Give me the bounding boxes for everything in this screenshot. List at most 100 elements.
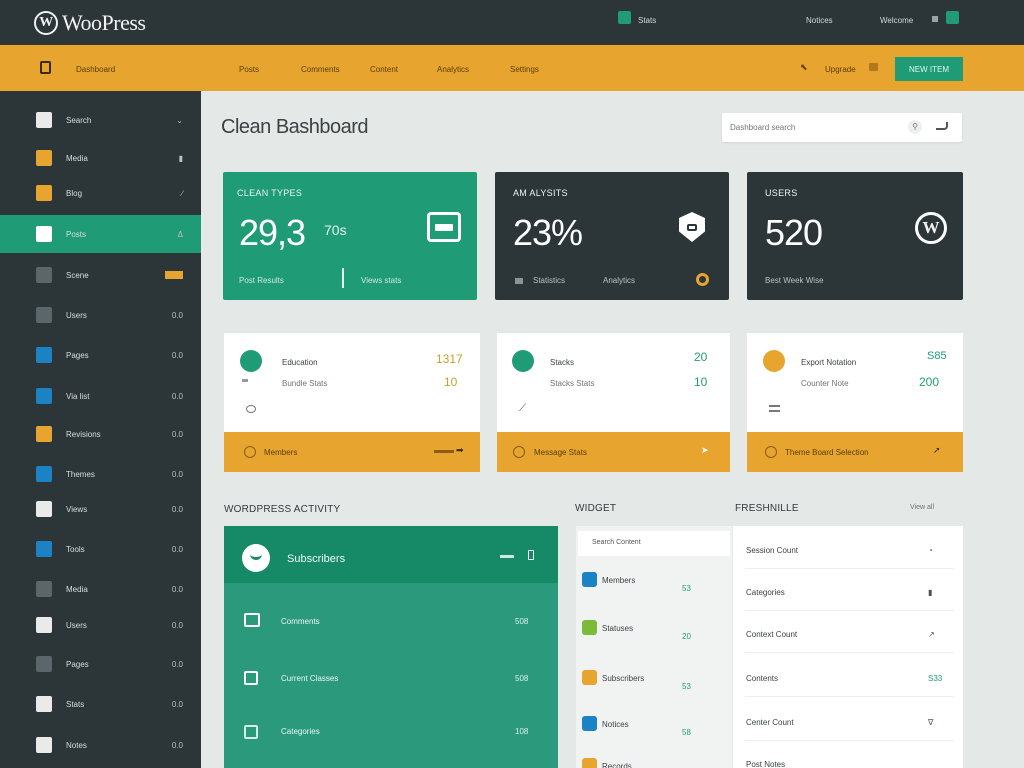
card-value-1: 1317: [436, 352, 463, 366]
refresh-icon[interactable]: [696, 273, 709, 286]
sidebar-item-meta: 0.0: [171, 659, 183, 669]
sidebar-item[interactable]: Notes 0.0: [0, 726, 201, 764]
sidebar-item-label: Media: [66, 584, 88, 594]
new-item-button[interactable]: NEW ITEM: [895, 57, 963, 81]
activity-row-label[interactable]: Comments: [281, 617, 320, 626]
sidebar-item[interactable]: Search ⌄: [0, 101, 201, 139]
sidebar-item-icon: [36, 267, 52, 283]
arrow-icon[interactable]: ➤: [701, 445, 709, 456]
card-title: Stacks: [550, 358, 575, 367]
sidebar-item[interactable]: Media ▮: [0, 139, 201, 177]
stat-card-analytics[interactable]: AM ALYSITS 23% Statistics Analytics: [495, 172, 729, 300]
stat-card-types[interactable]: CLEAN TYPES 29,3 70s Post Results Views …: [223, 172, 477, 300]
pin-icon[interactable]: ⬉: [800, 62, 808, 73]
topbar-item-stats[interactable]: Stats: [638, 16, 656, 25]
stat-title: USERS: [765, 188, 798, 198]
sidebar-item-label: Search: [66, 115, 92, 125]
eye-icon[interactable]: [246, 405, 256, 413]
sidebar-item[interactable]: Themes 0.0: [0, 455, 201, 493]
sidebar-item[interactable]: Via list 0.0: [0, 377, 201, 415]
sidebar-item[interactable]: Tools 0.0: [0, 530, 201, 568]
sidebar-item-icon: [36, 581, 52, 597]
sidebar-item-label: Posts: [66, 229, 87, 239]
sidebar-item-label: Tools: [66, 544, 85, 554]
sidebar-item[interactable]: Pages 0.0: [0, 645, 201, 683]
widget-row-label[interactable]: Notices: [602, 720, 629, 729]
sidebar-item-icon: [36, 347, 52, 363]
sidebar-item-meta: 0.0: [171, 429, 183, 439]
sidebar-item[interactable]: Users 0.0: [0, 606, 201, 644]
search-box[interactable]: ⚲: [722, 113, 962, 142]
sidebar-item[interactable]: Pages 0.0: [0, 336, 201, 374]
fresh-row-value: ∇: [928, 718, 934, 727]
clock-icon: [513, 446, 525, 458]
view-all-link[interactable]: View all: [910, 504, 934, 511]
arrow-icon[interactable]: ➚: [933, 445, 941, 456]
tab-content[interactable]: Content: [370, 65, 398, 74]
search-input[interactable]: [730, 118, 900, 136]
tab-analytics[interactable]: Analytics: [437, 65, 469, 74]
menu-icon[interactable]: [500, 555, 514, 558]
search-icon[interactable]: ⚲: [908, 120, 922, 134]
row-divider: [745, 740, 955, 741]
widget-row-label[interactable]: Members: [602, 576, 635, 585]
sidebar-item[interactable]: Blog ∕: [0, 174, 201, 212]
widget-search[interactable]: Search Content: [578, 531, 730, 556]
notification-icon[interactable]: [946, 11, 959, 24]
info-card-export[interactable]: Export Notation Counter Note S85 200 The…: [747, 333, 963, 472]
site-logo[interactable]: W WooPress: [34, 8, 146, 38]
sidebar-item-icon: [36, 112, 52, 128]
card-value-2: 10: [444, 375, 458, 389]
activity-row-label[interactable]: Categories: [281, 727, 320, 736]
fresh-row-label[interactable]: Context Count: [746, 630, 797, 639]
fresh-row-label[interactable]: Contents: [746, 674, 778, 683]
topbar-item-welcome[interactable]: Welcome: [880, 16, 913, 25]
card-value-1: 20: [694, 350, 708, 364]
breadcrumb[interactable]: Dashboard: [76, 65, 115, 74]
sidebar-item-label: Via list: [66, 391, 90, 401]
topbar-item-notices[interactable]: Notices: [806, 16, 833, 25]
sidebar-item[interactable]: Revisions 0.0: [0, 415, 201, 453]
info-card-education[interactable]: Education Bundle Stats 1317 10 Members ➡: [224, 333, 480, 472]
sidebar-item-label: Revisions: [66, 429, 101, 439]
sidebar-item[interactable]: Stats 0.0: [0, 685, 201, 723]
mail-icon[interactable]: [869, 63, 878, 71]
bookmark-icon[interactable]: [528, 550, 534, 560]
widget-row-label[interactable]: Records: [602, 762, 632, 768]
stat-value: 520: [765, 212, 823, 253]
sidebar-item[interactable]: Views 0.0: [0, 490, 201, 528]
sidebar-item[interactable]: Posts Δ: [0, 215, 201, 253]
fresh-row-label[interactable]: Center Count: [746, 718, 794, 727]
activity-row-label[interactable]: Current Classes: [281, 674, 338, 683]
stats-icon[interactable]: [618, 11, 631, 24]
widget-row-label[interactable]: Statuses: [602, 624, 633, 633]
sidebar-item[interactable]: Media 0.0: [0, 570, 201, 608]
filter-icon[interactable]: [936, 122, 948, 130]
card-sub: Bundle Stats: [282, 379, 328, 388]
progress-icon: [434, 450, 454, 453]
sidebar-item-meta: 0.0: [171, 740, 183, 750]
sidebar-item[interactable]: Users 0.0: [0, 296, 201, 334]
widget-panel: [576, 526, 732, 768]
tab-posts[interactable]: Posts: [239, 65, 259, 74]
wrench-icon[interactable]: ⟋: [519, 403, 526, 414]
arrow-icon[interactable]: ➡: [456, 445, 464, 456]
fresh-row-label[interactable]: Categories: [746, 588, 785, 597]
stat-card-users[interactable]: USERS 520 W Best Week Wise: [747, 172, 963, 300]
sidebar-item-meta: 0.0: [171, 584, 183, 594]
sidebar-item-label: Themes: [66, 469, 95, 479]
sidebar-item-meta: 0.0: [171, 699, 183, 709]
row-divider: [745, 610, 955, 611]
dashboard-icon[interactable]: [40, 61, 51, 74]
list-icon[interactable]: [769, 405, 780, 412]
card-footer: Theme Board Selection ➚: [747, 432, 963, 472]
tab-comments[interactable]: Comments: [301, 65, 340, 74]
widget-row-label[interactable]: Subscribers: [602, 674, 644, 683]
info-card-stacks[interactable]: Stacks Stacks Stats 20 10 ⟋ Message Stat…: [497, 333, 730, 472]
upgrade-link[interactable]: Upgrade: [825, 65, 856, 74]
fresh-row-label[interactable]: Session Count: [746, 546, 798, 555]
tab-settings[interactable]: Settings: [510, 65, 539, 74]
fresh-row-label[interactable]: Post Notes: [746, 760, 785, 768]
sidebar-item-label: Views: [66, 504, 88, 514]
sidebar-item[interactable]: Scene +: [0, 256, 201, 294]
